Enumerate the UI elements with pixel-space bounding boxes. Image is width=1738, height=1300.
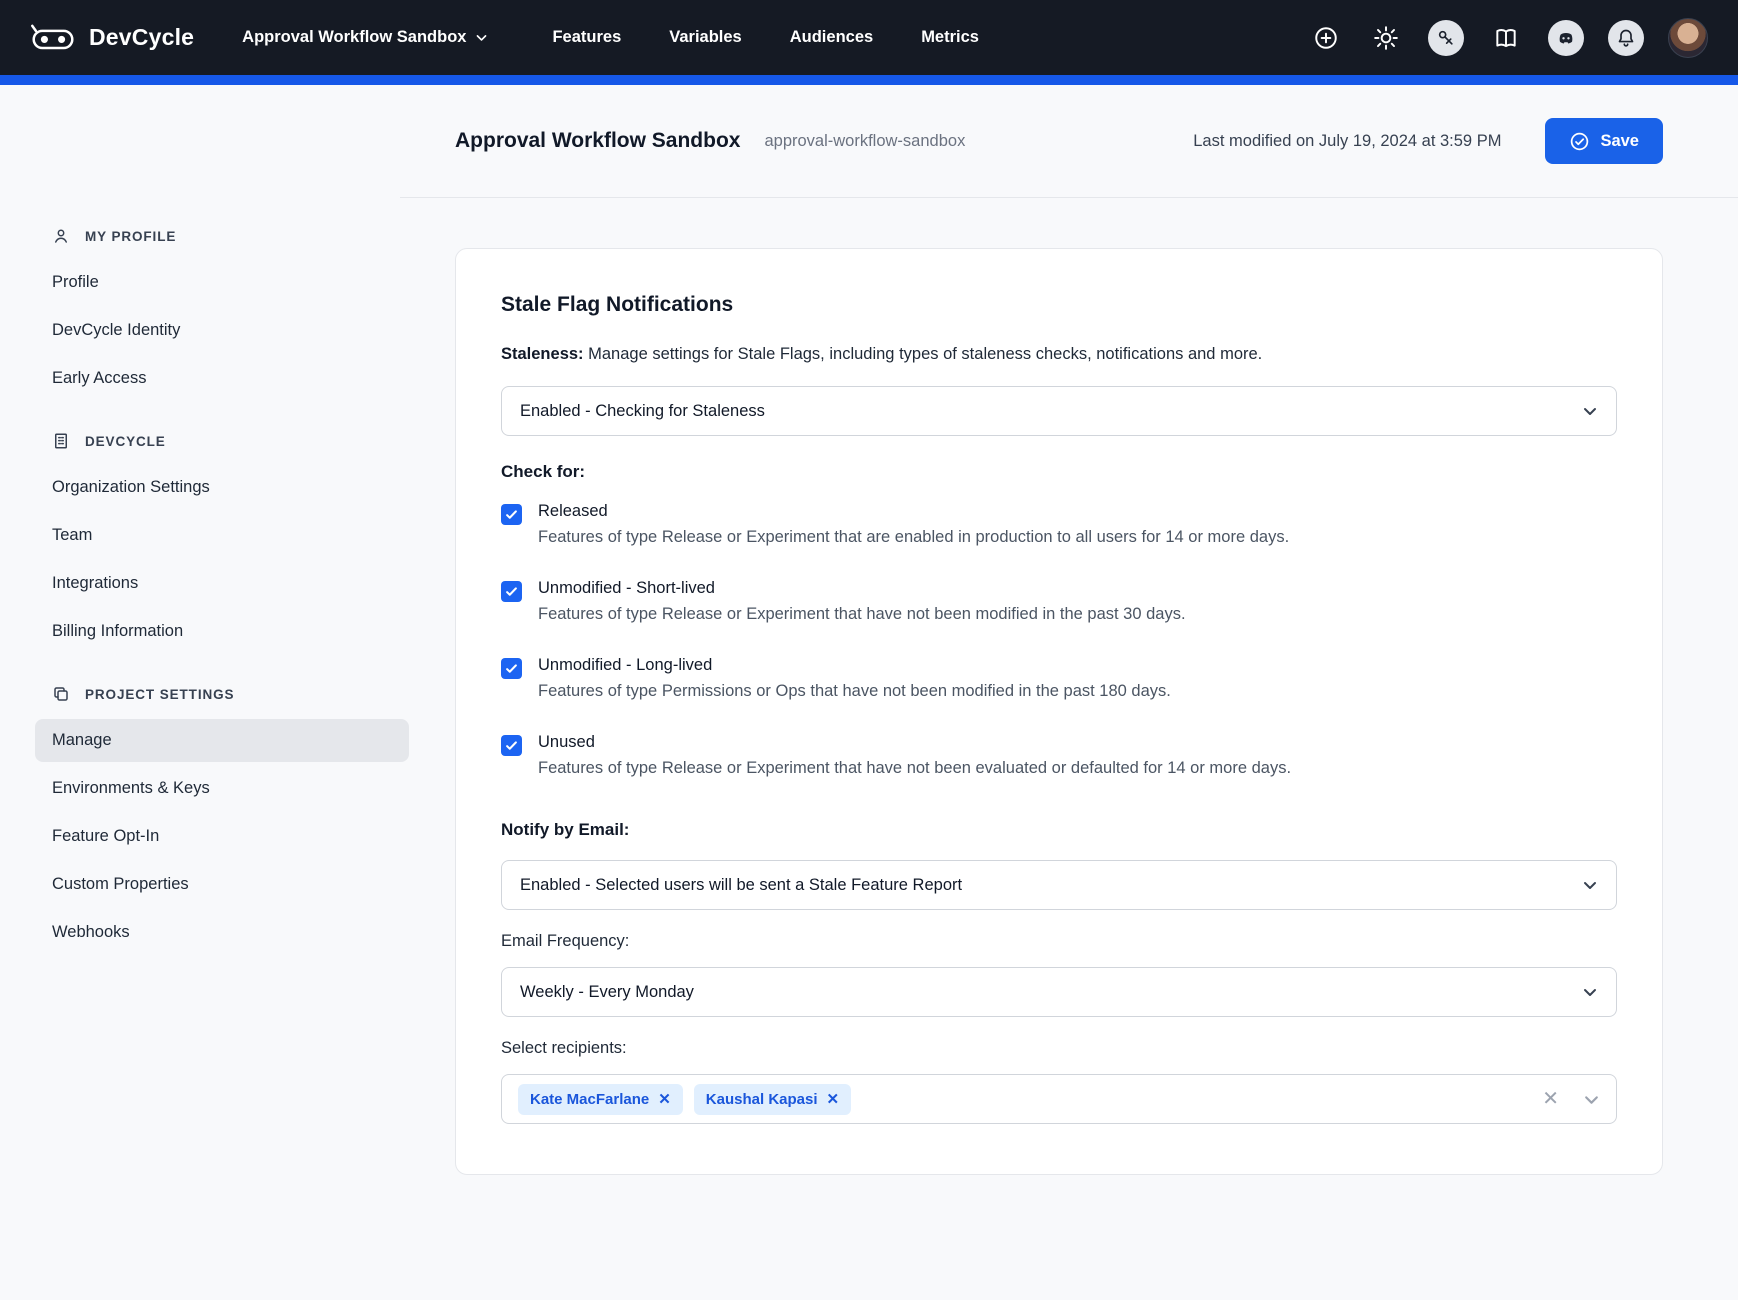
sidebar-heading-project-settings: PROJECT SETTINGS	[35, 681, 400, 707]
check-description: Features of type Release or Experiment t…	[538, 605, 1186, 624]
recipient-chip: Kaushal Kapasi ✕	[694, 1084, 851, 1115]
page-slug: approval-workflow-sandbox	[764, 132, 965, 151]
staleness-label: Staleness:	[501, 345, 584, 363]
save-button-label: Save	[1600, 132, 1639, 151]
unmodified-short-lived-checkbox[interactable]	[501, 581, 522, 602]
sidebar-section-project-settings: PROJECT SETTINGS Manage Environments & K…	[35, 681, 400, 954]
remove-recipient-icon[interactable]: ✕	[658, 1092, 671, 1107]
check-row-unmodified-short-lived: Unmodified - Short-lived Features of typ…	[501, 579, 1617, 624]
check-for-label: Check for:	[501, 462, 1617, 482]
sidebar-item-custom-properties[interactable]: Custom Properties	[35, 863, 409, 906]
staleness-select[interactable]: Enabled - Checking for Staleness	[501, 386, 1617, 436]
sidebar-item-billing-information[interactable]: Billing Information	[35, 610, 409, 653]
building-icon	[52, 432, 70, 450]
sidebar-item-devcycle-identity[interactable]: DevCycle Identity	[35, 309, 409, 352]
chevron-down-icon	[475, 31, 488, 44]
page-header: Approval Workflow Sandbox approval-workf…	[400, 85, 1738, 198]
chevron-down-icon	[1582, 877, 1598, 893]
sidebar-item-early-access[interactable]: Early Access	[35, 357, 409, 400]
check-label: Unmodified - Long-lived	[538, 656, 1171, 675]
recipient-name: Kaushal Kapasi	[706, 1091, 818, 1108]
recipient-name: Kate MacFarlane	[530, 1091, 649, 1108]
sidebar-heading-label: DEVCYCLE	[85, 434, 166, 449]
chevron-down-icon	[1582, 984, 1598, 1000]
save-button[interactable]: Save	[1545, 118, 1663, 164]
staleness-description-line: Staleness: Manage settings for Stale Fla…	[501, 345, 1617, 364]
check-row-unused: Unused Features of type Release or Exper…	[501, 733, 1617, 778]
chevron-down-icon	[1582, 403, 1598, 419]
page-title: Approval Workflow Sandbox	[455, 129, 740, 153]
bell-icon[interactable]	[1608, 20, 1644, 56]
released-checkbox[interactable]	[501, 504, 522, 525]
top-navbar: DevCycle Approval Workflow Sandbox Featu…	[0, 0, 1738, 75]
pages-icon	[52, 685, 70, 703]
brand[interactable]: DevCycle	[30, 23, 194, 53]
notify-by-email-select[interactable]: Enabled - Selected users will be sent a …	[501, 860, 1617, 910]
sidebar-heading-my-profile: MY PROFILE	[35, 223, 400, 249]
sidebar-item-profile[interactable]: Profile	[35, 261, 409, 304]
devcycle-logo-icon	[30, 23, 76, 53]
sidebar-item-webhooks[interactable]: Webhooks	[35, 911, 409, 954]
sidebar-heading-devcycle: DEVCYCLE	[35, 428, 400, 454]
nav-item-variables[interactable]: Variables	[669, 28, 741, 47]
brand-name: DevCycle	[89, 24, 194, 51]
project-selector[interactable]: Approval Workflow Sandbox	[242, 28, 488, 47]
sidebar-section-devcycle: DEVCYCLE Organization Settings Team Inte…	[35, 428, 400, 653]
gear-icon[interactable]	[1368, 20, 1404, 56]
check-row-released: Released Features of type Release or Exp…	[501, 502, 1617, 547]
email-frequency-label: Email Frequency:	[501, 932, 1617, 951]
sidebar-heading-label: PROJECT SETTINGS	[85, 687, 234, 702]
email-frequency-select[interactable]: Weekly - Every Monday	[501, 967, 1617, 1017]
chevron-down-icon[interactable]	[1583, 1091, 1600, 1108]
clear-recipients-icon[interactable]: ✕	[1542, 1089, 1559, 1109]
card-title: Stale Flag Notifications	[501, 293, 1617, 317]
nav-item-features[interactable]: Features	[552, 28, 621, 47]
navbar-actions	[1308, 18, 1708, 58]
recipients-select-controls: ✕	[1542, 1089, 1600, 1109]
last-modified-text: Last modified on July 19, 2024 at 3:59 P…	[1193, 132, 1501, 151]
recipient-chip: Kate MacFarlane ✕	[518, 1084, 683, 1115]
key-icon[interactable]	[1428, 20, 1464, 56]
check-description: Features of type Release or Experiment t…	[538, 528, 1289, 547]
project-selector-label: Approval Workflow Sandbox	[242, 28, 466, 47]
check-description: Features of type Permissions or Ops that…	[538, 682, 1171, 701]
sidebar-item-feature-opt-in[interactable]: Feature Opt-In	[35, 815, 409, 858]
sidebar-item-team[interactable]: Team	[35, 514, 409, 557]
remove-recipient-icon[interactable]: ✕	[827, 1092, 840, 1107]
staleness-description: Manage settings for Stale Flags, includi…	[588, 345, 1262, 363]
check-circle-icon	[1569, 131, 1590, 152]
sidebar-heading-label: MY PROFILE	[85, 229, 176, 244]
select-recipients-label: Select recipients:	[501, 1039, 1617, 1058]
stale-flag-notifications-card: Stale Flag Notifications Staleness: Mana…	[455, 248, 1663, 1175]
nav-item-metrics[interactable]: Metrics	[921, 28, 979, 47]
sidebar-item-integrations[interactable]: Integrations	[35, 562, 409, 605]
plus-circle-icon[interactable]	[1308, 20, 1344, 56]
main-nav: Features Variables Audiences Metrics	[552, 28, 979, 47]
notify-select-value: Enabled - Selected users will be sent a …	[520, 876, 962, 895]
person-icon	[52, 227, 70, 245]
discord-icon[interactable]	[1548, 20, 1584, 56]
book-icon[interactable]	[1488, 20, 1524, 56]
sidebar-item-manage[interactable]: Manage	[35, 719, 409, 762]
sidebar-item-environments-keys[interactable]: Environments & Keys	[35, 767, 409, 810]
unmodified-long-lived-checkbox[interactable]	[501, 658, 522, 679]
avatar[interactable]	[1668, 18, 1708, 58]
check-row-unmodified-long-lived: Unmodified - Long-lived Features of type…	[501, 656, 1617, 701]
check-label: Unused	[538, 733, 1291, 752]
unused-checkbox[interactable]	[501, 735, 522, 756]
settings-sidebar: MY PROFILE Profile DevCycle Identity Ear…	[0, 85, 400, 1300]
accent-bar	[0, 75, 1738, 85]
sidebar-item-organization-settings[interactable]: Organization Settings	[35, 466, 409, 509]
notify-by-email-label: Notify by Email:	[501, 820, 1617, 840]
staleness-select-value: Enabled - Checking for Staleness	[520, 402, 765, 421]
recipients-select[interactable]: Kate MacFarlane ✕ Kaushal Kapasi ✕ ✕	[501, 1074, 1617, 1124]
check-description: Features of type Release or Experiment t…	[538, 759, 1291, 778]
check-label: Unmodified - Short-lived	[538, 579, 1186, 598]
frequency-select-value: Weekly - Every Monday	[520, 983, 694, 1002]
check-label: Released	[538, 502, 1289, 521]
nav-item-audiences[interactable]: Audiences	[790, 28, 873, 47]
sidebar-section-my-profile: MY PROFILE Profile DevCycle Identity Ear…	[35, 223, 400, 400]
